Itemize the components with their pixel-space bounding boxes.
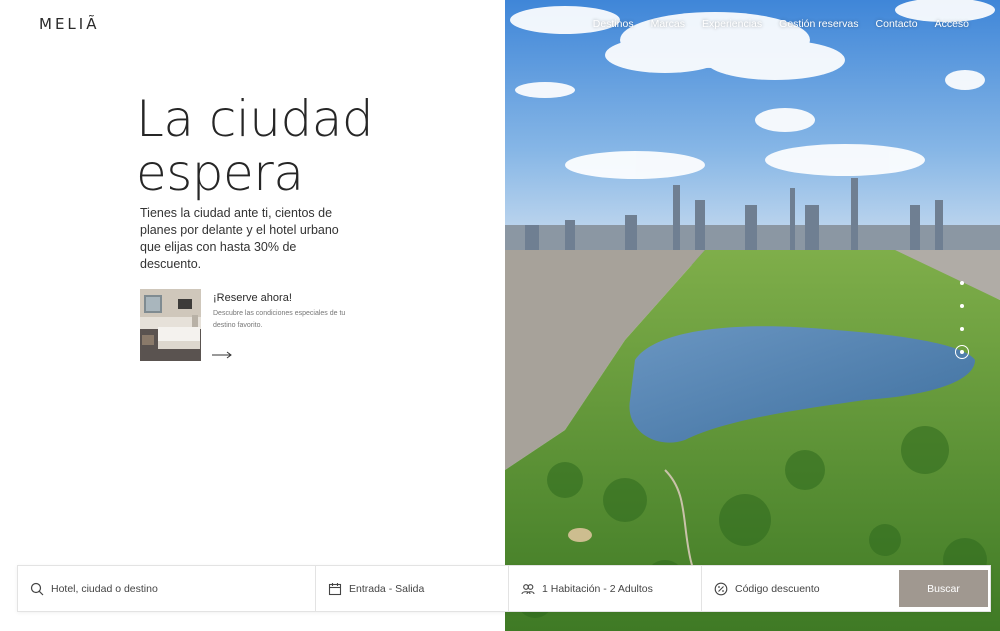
occupancy-value: 1 Habitación - 2 Adultos bbox=[542, 582, 653, 595]
carousel-dot-4-active[interactable] bbox=[955, 345, 969, 359]
hero-title-line1: La ciudad bbox=[136, 90, 374, 148]
promo-code-field[interactable]: Código descuento bbox=[702, 566, 899, 611]
calendar-icon bbox=[328, 582, 342, 596]
destination-placeholder: Hotel, ciudad o destino bbox=[51, 582, 158, 595]
promo-subtitle: Descubre las condiciones especiales de t… bbox=[213, 310, 346, 329]
arrow-right-icon[interactable] bbox=[212, 351, 232, 359]
hotel-room-image bbox=[140, 289, 201, 361]
guests-icon bbox=[521, 582, 535, 596]
carousel-indicators bbox=[955, 281, 969, 361]
carousel-dot-3[interactable] bbox=[960, 327, 964, 331]
carousel-dot-1[interactable] bbox=[960, 281, 964, 285]
carousel-dot-2[interactable] bbox=[960, 304, 964, 308]
promo-card[interactable]: ¡Reserve ahora! Descubre las condiciones… bbox=[140, 289, 370, 361]
nav-contacto[interactable]: Contacto bbox=[876, 18, 918, 30]
booking-search-bar: Hotel, ciudad o destino Entrada - Salida… bbox=[17, 565, 991, 612]
nav-destinos[interactable]: Destinos bbox=[593, 18, 634, 30]
search-button[interactable]: Buscar bbox=[899, 570, 988, 607]
destination-field[interactable]: Hotel, ciudad o destino bbox=[18, 566, 316, 611]
nav-experiencias[interactable]: Experiencias bbox=[702, 18, 762, 30]
dates-field[interactable]: Entrada - Salida bbox=[316, 566, 509, 611]
nav-acceso[interactable]: Acceso bbox=[935, 18, 969, 30]
dates-placeholder: Entrada - Salida bbox=[349, 582, 425, 595]
nav-marcas[interactable]: Marcas bbox=[651, 18, 685, 30]
occupancy-field[interactable]: 1 Habitación - 2 Adultos bbox=[509, 566, 702, 611]
hero-image: Destinos Marcas Experiencias Gestión res… bbox=[505, 0, 1000, 631]
promo-title: ¡Reserve ahora! bbox=[213, 292, 292, 304]
city-park-aerial-photo bbox=[505, 0, 1000, 631]
hero-title: La ciudad espera bbox=[136, 92, 476, 200]
promo-code-placeholder: Código descuento bbox=[735, 582, 820, 595]
left-panel: MELIÃ La ciudad espera Tienes la ciudad … bbox=[0, 0, 505, 631]
search-icon bbox=[30, 582, 44, 596]
nav-gestion-reservas[interactable]: Gestión reservas bbox=[779, 18, 858, 30]
hero-title-line2: espera bbox=[136, 144, 304, 202]
melia-logo[interactable]: MELIÃ bbox=[39, 15, 99, 33]
main-nav: Destinos Marcas Experiencias Gestión res… bbox=[593, 18, 969, 30]
hero-description: Tienes la ciudad ante ti, cientos de pla… bbox=[140, 206, 339, 271]
discount-icon bbox=[714, 582, 728, 596]
